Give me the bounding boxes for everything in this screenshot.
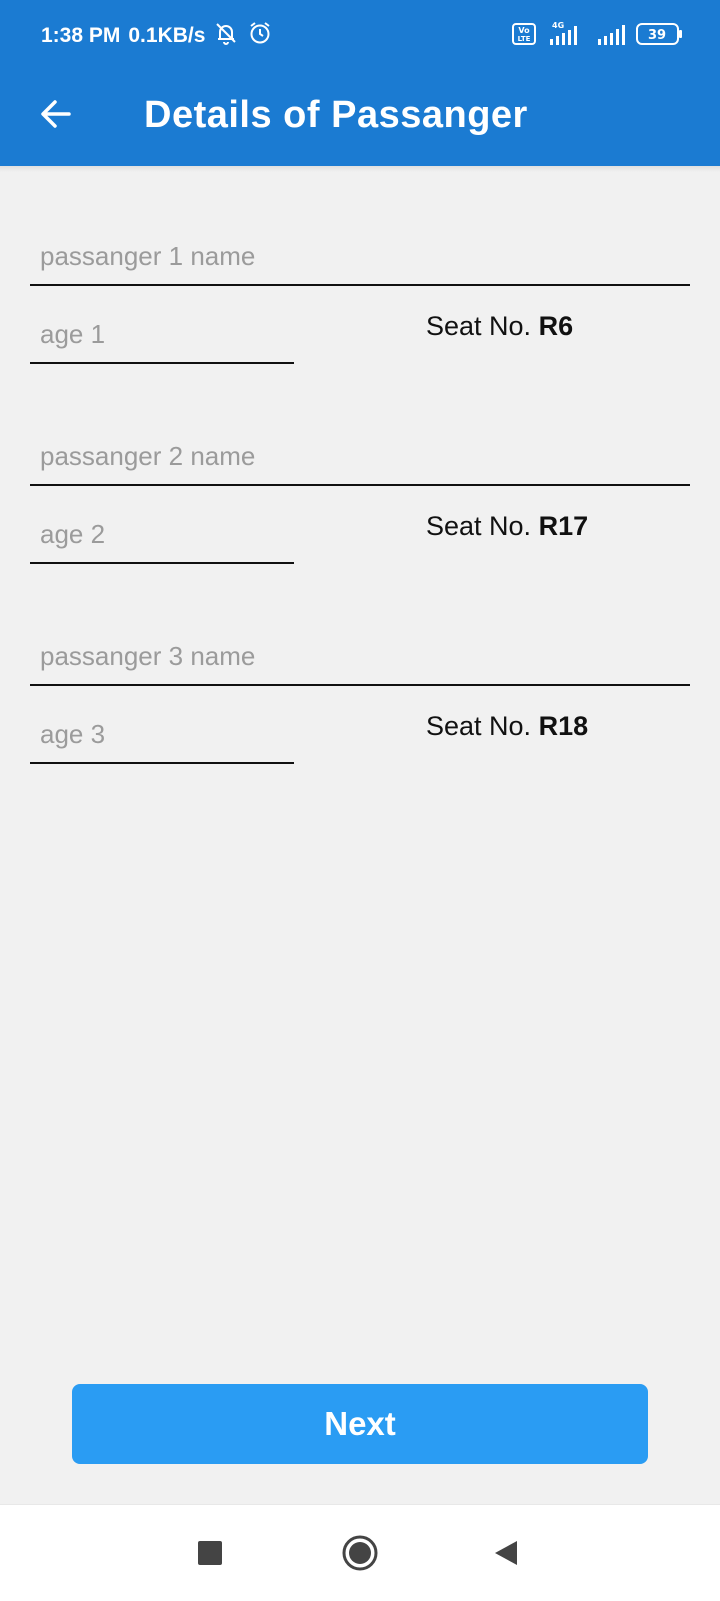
status-right: Vo LTE 4G 39 — [512, 21, 684, 51]
toolbar: Details of Passanger — [0, 70, 720, 166]
passenger-2-age-input[interactable] — [30, 506, 294, 564]
passenger-1-seat: Seat No. R6 — [426, 306, 573, 346]
battery-icon: 39 — [636, 22, 684, 51]
svg-text:LTE: LTE — [518, 35, 531, 43]
volte-icon: Vo LTE — [512, 22, 536, 50]
bell-off-icon — [213, 20, 239, 52]
home-button[interactable] — [338, 1531, 382, 1575]
app-bar-shadow — [0, 166, 720, 172]
seat-label: Seat No. — [426, 511, 532, 541]
seat-label: Seat No. — [426, 311, 532, 341]
system-nav-bar — [0, 1504, 720, 1601]
signal-icon: 4G — [546, 21, 586, 52]
seat-label: Seat No. — [426, 711, 532, 741]
back-button[interactable] — [28, 86, 84, 142]
passenger-3-seat: Seat No. R18 — [426, 706, 588, 746]
passenger-card-2: Seat No. R17 — [0, 428, 720, 628]
next-button[interactable]: Next — [72, 1384, 648, 1464]
passenger-2-seat: Seat No. R17 — [426, 506, 588, 546]
network-label: 4G — [552, 21, 564, 30]
status-left: 1:38 PM 0.1KB/s — [41, 21, 273, 51]
arrow-left-icon — [41, 100, 71, 128]
seat-number: R6 — [538, 311, 574, 341]
passenger-card-3: Seat No. R18 — [0, 628, 720, 828]
back-triangle-icon — [495, 1541, 517, 1565]
recents-square-icon — [198, 1541, 222, 1565]
seat-number: R17 — [538, 511, 589, 541]
battery-level: 39 — [648, 28, 666, 43]
nav-back-button[interactable] — [484, 1531, 528, 1575]
passenger-2-name-input[interactable] — [30, 428, 690, 486]
passenger-1-name-input[interactable] — [30, 228, 690, 286]
recents-button[interactable] — [188, 1531, 232, 1575]
status-time: 1:38 PM — [41, 24, 121, 47]
passenger-3-age-input[interactable] — [30, 706, 294, 764]
app-bar: 1:38 PM 0.1KB/s Vo LTE 4G 39 Details of … — [0, 0, 720, 166]
status-speed: 0.1KB/s — [128, 24, 206, 47]
signal-icon — [596, 21, 626, 52]
alarm-icon — [247, 20, 273, 52]
passenger-1-age-input[interactable] — [30, 306, 294, 364]
seat-number: R18 — [538, 711, 589, 741]
passenger-3-name-input[interactable] — [30, 628, 690, 686]
home-circle-icon — [342, 1535, 378, 1571]
page-title: Details of Passanger — [144, 94, 528, 136]
passenger-card-1: Seat No. R6 — [0, 228, 720, 428]
svg-text:Vo: Vo — [518, 26, 530, 35]
status-bar: 1:38 PM 0.1KB/s Vo LTE 4G 39 — [0, 0, 720, 70]
